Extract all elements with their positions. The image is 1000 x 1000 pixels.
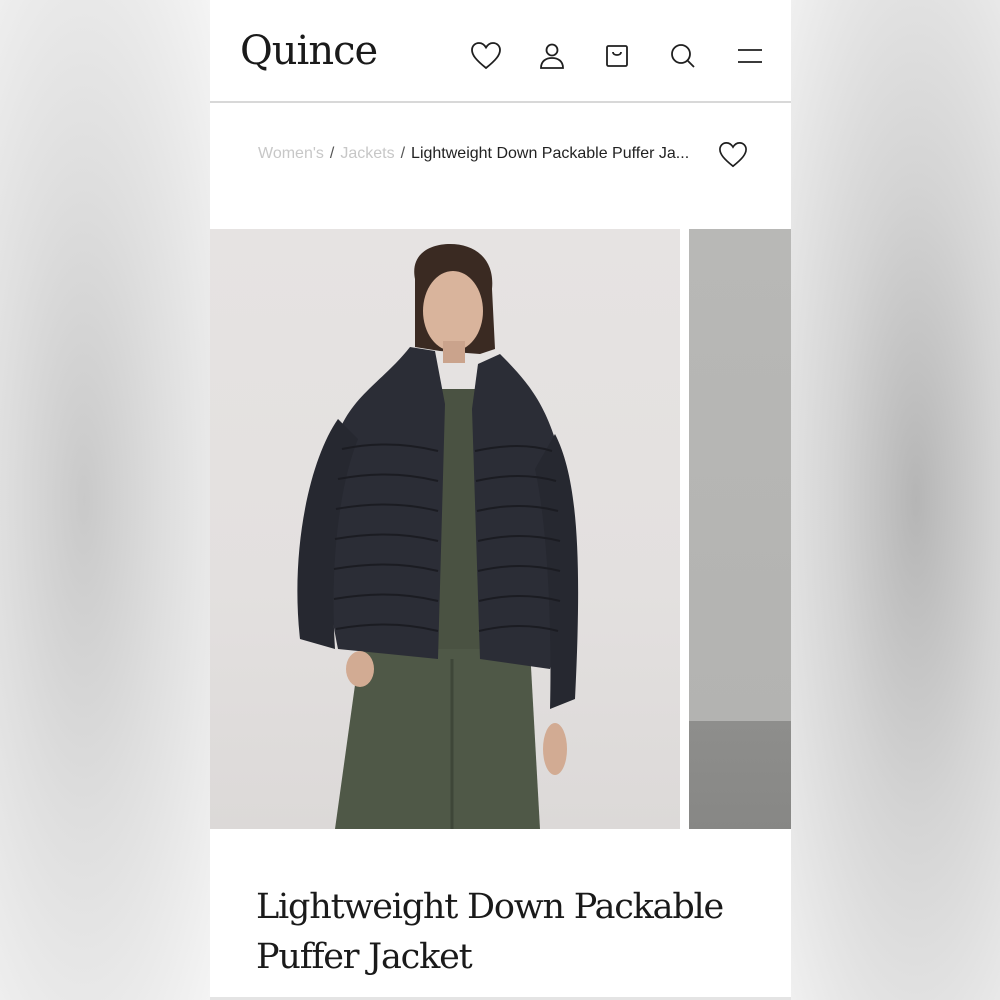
- product-title: Lightweight Down Packable Puffer Jacket: [256, 887, 724, 977]
- breadcrumb: Women's / Jackets / Lightweight Down Packabl…: [252, 140, 692, 168]
- breadcrumb-separator: /: [400, 145, 406, 162]
- menu-icon: [738, 49, 762, 63]
- heart-icon: [471, 42, 501, 70]
- model-wearing-puffer-jacket-image: [297, 244, 579, 829]
- background-blur-right: [790, 0, 1000, 1000]
- product-image-next[interactable]: [689, 229, 791, 829]
- breadcrumb-current: Lightweight Down Packable Puffer Ja...: [411, 145, 690, 162]
- heart-icon: [719, 142, 747, 168]
- mobile-page: Quince Women's / Jackets / Lightweight D…: [210, 0, 791, 1000]
- product-image-main[interactable]: [210, 229, 680, 829]
- background-blur-left: [0, 0, 210, 1000]
- breadcrumb-jackets[interactable]: Jackets: [340, 145, 394, 162]
- user-icon: [540, 43, 564, 69]
- brand-logo[interactable]: Quince: [240, 28, 378, 74]
- menu-button[interactable]: [732, 38, 768, 74]
- product-image-carousel[interactable]: [210, 229, 791, 829]
- bag-icon: [606, 45, 628, 67]
- breadcrumb-womens[interactable]: Women's: [258, 145, 324, 162]
- account-button[interactable]: [534, 38, 570, 74]
- cart-button[interactable]: [599, 38, 635, 74]
- breadcrumb-separator: /: [329, 145, 335, 162]
- wishlist-button[interactable]: [468, 38, 504, 74]
- site-header: Quince: [210, 0, 791, 103]
- search-icon: [671, 44, 695, 68]
- add-to-wishlist-button[interactable]: [715, 137, 751, 173]
- search-button[interactable]: [665, 38, 701, 74]
